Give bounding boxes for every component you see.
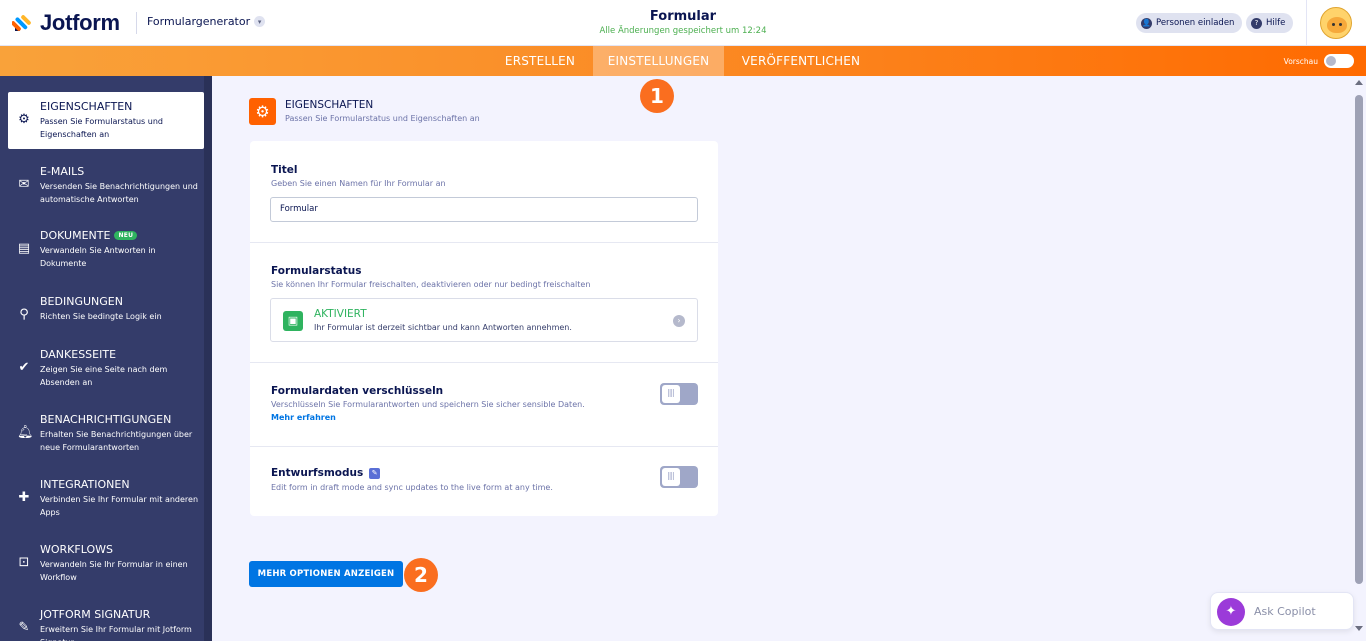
sidebar-item-desc: Verwandeln Sie Ihr Formular in einen Wor… bbox=[40, 560, 188, 582]
preview-label: Vorschau bbox=[1283, 56, 1318, 66]
check-circle-icon: ✔ bbox=[18, 360, 30, 375]
form-status-selector[interactable]: ▣ AKTIVIERT Ihr Formular ist derzeit sic… bbox=[270, 298, 698, 342]
draft-mode-label-text: Entwurfsmodus bbox=[271, 467, 364, 479]
sidebar-item-eigenschaften[interactable]: ⚙ EIGENSCHAFTEN Passen Sie Formularstatu… bbox=[8, 92, 204, 149]
sidebar-item-desc: Richten Sie bedingte Logik ein bbox=[40, 312, 162, 321]
copilot-label: Ask Copilot bbox=[1254, 605, 1316, 618]
ask-copilot-button[interactable]: ✦ Ask Copilot bbox=[1210, 592, 1354, 630]
preview-toggle[interactable]: Vorschau bbox=[1284, 54, 1354, 68]
sidebar-item-title-text: DOKUMENTE bbox=[40, 229, 111, 242]
main-scrollbar-thumb[interactable] bbox=[1355, 95, 1363, 584]
encrypt-toggle[interactable] bbox=[660, 383, 698, 405]
properties-card: Titel Geben Sie einen Namen für Ihr Form… bbox=[250, 141, 718, 516]
sidebar-item-jotform-signatur[interactable]: ✎ JOTFORM SIGNATUR Erweitern Sie Ihr For… bbox=[8, 600, 204, 641]
sidebar-item-workflows[interactable]: ⊡ WORKFLOWS Verwandeln Sie Ihr Formular … bbox=[8, 535, 204, 592]
new-badge: NEU bbox=[114, 231, 138, 240]
puzzle-icon: ✚ bbox=[18, 490, 30, 505]
sparkle-icon: ✦ bbox=[1217, 598, 1245, 626]
encrypt-label: Formulardaten verschlüsseln bbox=[271, 385, 444, 397]
title-label: Titel bbox=[271, 164, 298, 176]
learn-more-link[interactable]: Mehr erfahren bbox=[271, 413, 336, 422]
sidebar-item-desc: Verbinden Sie Ihr Formular mit anderen A… bbox=[40, 495, 199, 517]
builder-tab-bar: ERSTELLEN EINSTELLUNGEN VERÖFFENTLICHEN … bbox=[0, 46, 1366, 76]
avatar-divider bbox=[1306, 0, 1307, 46]
section-title: EIGENSCHAFTEN bbox=[285, 99, 374, 111]
sidebar-item-dokumente[interactable]: ▤ DOKUMENTE NEU Verwandeln Sie Antworten… bbox=[8, 221, 204, 278]
logic-tree-icon: ⚲ bbox=[19, 307, 29, 322]
sidebar-item-title: JOTFORM SIGNATUR bbox=[40, 608, 151, 621]
sidebar-item-title: BEDINGUNGEN bbox=[40, 295, 123, 308]
step-marker-1: 1 bbox=[640, 79, 674, 113]
avatar-eye-icon bbox=[1339, 23, 1342, 26]
encrypt-hint: Verschlüsseln Sie Formularantworten und … bbox=[271, 400, 585, 409]
sidebar-item-title: EIGENSCHAFTEN bbox=[40, 100, 133, 113]
sidebar-item-title: INTEGRATIONEN bbox=[40, 478, 130, 491]
avatar-eye-icon bbox=[1332, 23, 1335, 26]
top-header: Jotform Formulargenerator ▾ Formular All… bbox=[0, 0, 1366, 46]
sidebar-item-desc: Zeigen Sie eine Seite nach dem Absenden … bbox=[40, 365, 168, 387]
sidebar-item-desc: Passen Sie Formularstatus und Eigenschaf… bbox=[40, 117, 163, 139]
sidebar-item-desc: Verwandeln Sie Antworten in Dokumente bbox=[40, 246, 156, 268]
tab-veroeffentlichen[interactable]: VERÖFFENTLICHEN bbox=[730, 46, 872, 76]
sidebar-item-integrationen[interactable]: ✚ INTEGRATIONEN Verbinden Sie Ihr Formul… bbox=[8, 470, 204, 527]
avatar-face-icon bbox=[1327, 17, 1347, 33]
sidebar-item-benachrichtigungen[interactable]: 🔔︎ BENACHRICHTIGUNGEN Erhalten Sie Benac… bbox=[8, 405, 204, 462]
sidebar-item-desc: Versenden Sie Benachrichtigungen und aut… bbox=[40, 182, 198, 204]
help-button[interactable]: ? Hilfe bbox=[1246, 13, 1294, 33]
draft-mode-hint: Edit form in draft mode and sync updates… bbox=[271, 483, 553, 492]
draft-pen-icon: ✎ bbox=[369, 467, 381, 479]
sidebar-scrollbar[interactable] bbox=[204, 76, 212, 641]
pen-icon: ✎ bbox=[18, 620, 30, 635]
draft-mode-toggle[interactable] bbox=[660, 466, 698, 488]
section-gear-icon: ⚙ bbox=[249, 98, 276, 125]
help-label: Hilfe bbox=[1266, 18, 1286, 28]
sidebar-item-desc: Erweitern Sie Ihr Formular mit Jotform S… bbox=[40, 625, 192, 641]
tab-einstellungen[interactable]: EINSTELLUNGEN bbox=[593, 46, 724, 76]
status-label: Formularstatus bbox=[271, 265, 362, 277]
scroll-down-arrow-icon[interactable] bbox=[1355, 626, 1363, 631]
question-icon: ? bbox=[1251, 17, 1262, 29]
sidebar-item-title: E-MAILS bbox=[40, 165, 85, 178]
invite-label: Personen einladen bbox=[1156, 18, 1235, 28]
status-hint: Sie können Ihr Formular freischalten, de… bbox=[271, 280, 591, 289]
section-subtitle: Passen Sie Formularstatus und Eigenschaf… bbox=[285, 114, 480, 123]
sidebar-item-title: DOKUMENTE NEU bbox=[40, 229, 138, 242]
sidebar-item-emails[interactable]: ✉ E-MAILS Versenden Sie Benachrichtigung… bbox=[8, 157, 204, 214]
sidebar-item-title: DANKESSEITE bbox=[40, 348, 117, 361]
sidebar-item-desc: Erhalten Sie Benachrichtigungen über neu… bbox=[40, 430, 193, 452]
gear-icon: ⚙ bbox=[18, 112, 30, 127]
preview-switch[interactable] bbox=[1324, 54, 1354, 68]
show-more-options-button[interactable]: MEHR OPTIONEN ANZEIGEN bbox=[249, 561, 403, 587]
draft-mode-label: Entwurfsmodus ✎ bbox=[271, 467, 381, 479]
avatar[interactable] bbox=[1320, 7, 1352, 39]
form-title-input[interactable]: Formular bbox=[270, 197, 698, 222]
sidebar-item-title: WORKFLOWS bbox=[40, 543, 113, 556]
settings-sidebar: ⚙ EIGENSCHAFTEN Passen Sie Formularstatu… bbox=[0, 76, 212, 641]
sidebar-item-dankesseite[interactable]: ✔ DANKESSEITE Zeigen Sie eine Seite nach… bbox=[8, 340, 204, 397]
bell-icon: 🔔︎ bbox=[17, 425, 34, 440]
toggle-knob bbox=[662, 468, 680, 486]
sidebar-item-title: BENACHRICHTIGUNGEN bbox=[40, 413, 172, 426]
chevron-right-icon: › bbox=[673, 315, 685, 327]
row-divider bbox=[250, 362, 718, 363]
tab-erstellen[interactable]: ERSTELLEN bbox=[493, 46, 587, 76]
step-marker-2: 2 bbox=[404, 558, 438, 592]
status-active-icon: ▣ bbox=[283, 311, 303, 331]
workflow-icon: ⊡ bbox=[18, 555, 30, 570]
document-icon: ▤ bbox=[17, 241, 31, 256]
row-divider bbox=[250, 446, 718, 447]
status-desc: Ihr Formular ist derzeit sichtbar und ka… bbox=[314, 323, 572, 332]
row-divider bbox=[250, 242, 718, 243]
invite-people-button[interactable]: 👤 Personen einladen bbox=[1136, 13, 1243, 33]
scroll-up-arrow-icon[interactable] bbox=[1355, 80, 1363, 85]
sidebar-item-bedingungen[interactable]: ⚲ BEDINGUNGEN Richten Sie bedingte Logik… bbox=[8, 287, 204, 344]
envelope-icon: ✉ bbox=[18, 177, 30, 192]
title-hint: Geben Sie einen Namen für Ihr Formular a… bbox=[271, 179, 446, 188]
status-value: AKTIVIERT bbox=[314, 308, 367, 320]
user-icon: 👤 bbox=[1141, 17, 1152, 29]
toggle-knob bbox=[662, 385, 680, 403]
